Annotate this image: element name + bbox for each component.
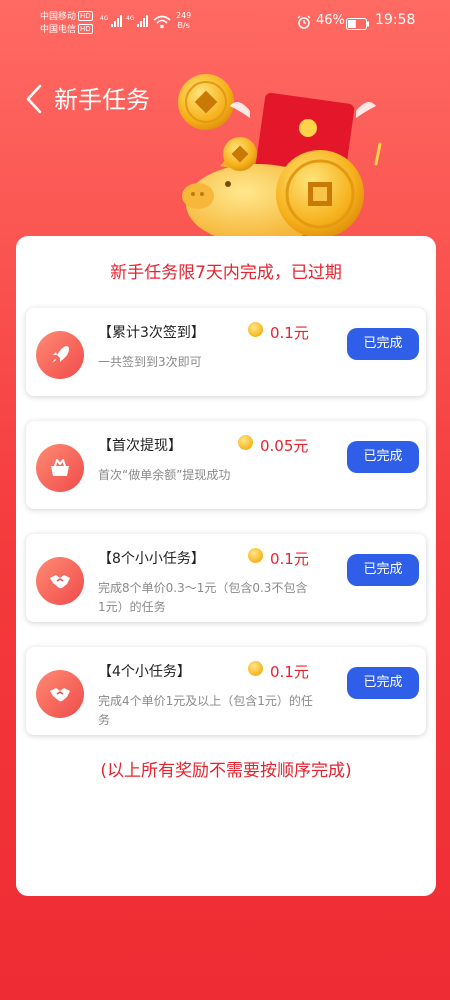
- network-speed: 249 B/s: [176, 11, 192, 30]
- alarm-icon: [297, 14, 311, 33]
- handshake-icon: [36, 670, 84, 718]
- svg-text:4G: 4G: [126, 15, 135, 22]
- task-item: 【累计3次签到】 0.1元 一共签到到3次即可 已完成: [26, 308, 426, 396]
- battery-percent: 46%: [316, 13, 345, 28]
- page-title: 新手任务: [54, 86, 150, 114]
- carrier-2: 中国电信 HD: [40, 24, 93, 35]
- task-name: 【8个小小任务】: [98, 551, 205, 567]
- coin-icon: [223, 137, 257, 171]
- coin-icon: [248, 661, 263, 676]
- completed-button[interactable]: 已完成: [347, 667, 419, 699]
- back-button[interactable]: [24, 84, 48, 114]
- task-description: 一共签到到3次即可: [98, 355, 202, 369]
- coin-icon: [248, 322, 263, 337]
- task-item: 【4个小任务】 0.1元 完成4个单价1元及以上（包含1元）的任务 已完成: [26, 647, 426, 735]
- task-description: 首次“做单余额”提现成功: [98, 468, 231, 482]
- piggy-bank-illustration: [168, 66, 450, 246]
- chevron-left-icon: [26, 84, 42, 114]
- task-name: 【首次提现】: [98, 438, 182, 454]
- task-reward: 0.1元: [270, 550, 309, 568]
- carrier-1: 中国移动 HD: [40, 11, 93, 22]
- battery-icon: [346, 15, 370, 34]
- coin-icon: [238, 435, 253, 450]
- task-description: 完成4个单价1元及以上（包含1元）的任务: [98, 694, 313, 727]
- completed-button[interactable]: 已完成: [347, 554, 419, 586]
- task-card: 新手任务限7天内完成，已过期 【累计3次签到】 0.1元 一共签到到3次即可 已…: [16, 236, 436, 896]
- signal-icon: 4G: [100, 13, 124, 32]
- completed-button[interactable]: 已完成: [347, 441, 419, 473]
- status-bar: 中国移动 HD 中国电信 HD 4G 4G 249 B/s 46% 19:58: [0, 0, 450, 40]
- task-reward: 0.1元: [270, 663, 309, 681]
- rocket-icon: [36, 331, 84, 379]
- task-name: 【4个小任务】: [98, 664, 191, 680]
- svg-text:4G: 4G: [100, 15, 109, 22]
- footnote: (以上所有奖励不需要按顺序完成): [100, 761, 352, 781]
- task-name: 【累计3次签到】: [98, 325, 205, 341]
- completed-button[interactable]: 已完成: [347, 328, 419, 360]
- coin-icon: [248, 548, 263, 563]
- task-reward: 0.05元: [260, 437, 309, 455]
- coin-icon: [276, 150, 364, 238]
- wifi-icon: [153, 14, 171, 33]
- task-item: 【首次提现】 0.05元 首次“做单余额”提现成功 已完成: [26, 421, 426, 509]
- task-reward: 0.1元: [270, 324, 309, 342]
- task-item: 【8个小小任务】 0.1元 完成8个单价0.3～1元（包含0.3不包含1元）的任…: [26, 534, 426, 622]
- basket-icon: [36, 444, 84, 492]
- handshake-icon: [36, 557, 84, 605]
- coin-icon: [178, 74, 234, 130]
- clock: 19:58: [375, 12, 416, 28]
- card-title: 新手任务限7天内完成，已过期: [110, 263, 342, 283]
- task-description: 完成8个单价0.3～1元（包含0.3不包含1元）的任务: [98, 581, 308, 614]
- signal-icon: 4G: [126, 13, 150, 32]
